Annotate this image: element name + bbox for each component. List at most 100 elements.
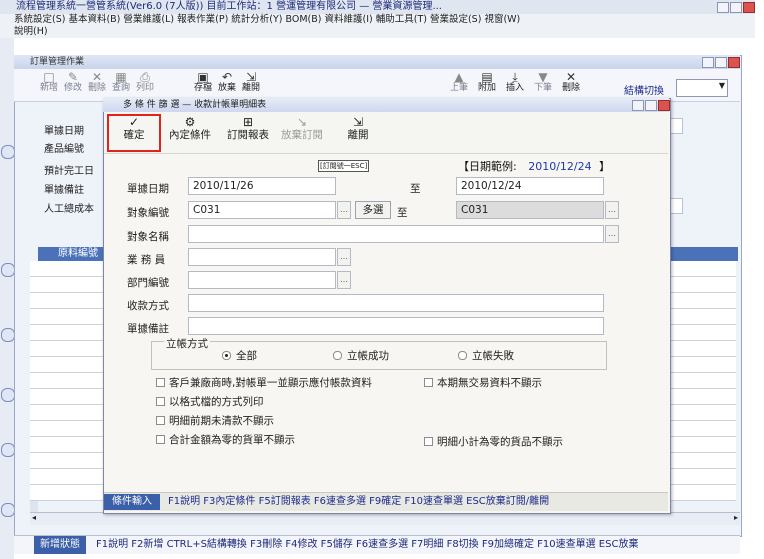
scroll-right-icon[interactable]: ▸ xyxy=(734,513,738,522)
target-name-lookup-button[interactable]: … xyxy=(605,225,619,243)
preset-conditions-button[interactable]: ⚙ 內定條件 xyxy=(164,116,216,142)
dept-no-lookup-button[interactable]: … xyxy=(337,271,351,289)
label-doc-note: 單據備註 xyxy=(127,323,169,335)
target-no-from-input[interactable]: C031 xyxy=(188,201,336,219)
dialog-status-hotkeys: F1說明 F3內定條件 F5訂閱報表 F6速查多選 F9確定 F10速查單選 E… xyxy=(168,496,550,507)
checkbox-hide-zero-total[interactable] xyxy=(156,435,165,444)
confirm-button-content[interactable]: ✓ 確定 xyxy=(112,116,156,142)
toolbar-edit[interactable]: ✎ 修改 xyxy=(62,71,84,94)
minimize-button[interactable] xyxy=(702,57,714,68)
toolbar-new[interactable]: □ 新增 xyxy=(38,71,60,94)
toolbar-label: 放棄 xyxy=(217,83,236,93)
multi-select-button[interactable]: 多選 xyxy=(355,201,391,219)
side-circle-icon[interactable] xyxy=(1,328,15,342)
radio-fail-label: 立帳失敗 xyxy=(472,350,514,362)
date-range-close: 】 xyxy=(599,160,611,173)
side-circle-icon[interactable] xyxy=(1,503,15,517)
radio-success-label: 立帳成功 xyxy=(347,350,389,362)
target-no-to-input[interactable]: C031 xyxy=(456,201,604,219)
filter-dialog-title-bar: 多 條 件 篩 選 — 收款計帳單明細表 xyxy=(103,98,669,112)
target-no-to-lookup-button[interactable]: … xyxy=(605,201,619,219)
date-range-label: 【日期範例: xyxy=(458,160,517,173)
salesman-lookup-button[interactable]: … xyxy=(337,248,351,266)
checkbox-show-payables[interactable] xyxy=(156,378,165,387)
close-button[interactable] xyxy=(658,100,670,111)
background-field[interactable] xyxy=(669,198,683,214)
leave-button[interactable]: ⇲ 離開 xyxy=(338,116,378,142)
checkbox-hide-no-trade[interactable] xyxy=(424,378,433,387)
payment-input[interactable] xyxy=(188,294,604,312)
doc-date-to-input[interactable]: 2010/12/24 xyxy=(456,177,604,195)
field-label-completion-date: 預計完工日 xyxy=(44,166,94,177)
side-circle-icon[interactable] xyxy=(1,263,15,277)
label-payment: 收款方式 xyxy=(127,300,169,312)
chevron-down-icon: ▼ xyxy=(718,81,725,90)
side-circle-icon[interactable] xyxy=(1,443,15,457)
toolbar-label: 列印 xyxy=(135,83,154,93)
order-report-label: 訂閱報表 xyxy=(227,129,269,141)
dialog-status-mode: 條件輸入 xyxy=(104,494,160,510)
toolbar-label: 修改 xyxy=(63,83,82,93)
menu-bar[interactable]: 系統設定(S) 基本資料(B) 營業維護(L) 報表作業(P) 統計分析(Y) … xyxy=(0,14,755,26)
side-circle-icon[interactable] xyxy=(1,388,15,402)
salesman-input[interactable] xyxy=(188,248,336,266)
radio-success[interactable] xyxy=(333,351,342,360)
doc-date-from-input[interactable]: 2010/11/26 xyxy=(188,177,336,195)
target-no-lookup-button[interactable]: … xyxy=(337,201,351,219)
structure-switch-select[interactable]: ▼ xyxy=(676,79,728,97)
toolbar-query[interactable]: ▦ 查詢 xyxy=(110,71,132,94)
maximize-button[interactable] xyxy=(645,100,657,111)
doc-note-input[interactable] xyxy=(188,317,604,335)
toolbar-exit[interactable]: ⇲ 離開 xyxy=(240,71,262,94)
toolbar-save[interactable]: ▣ 存檔 xyxy=(192,71,214,94)
menu-help[interactable]: 說明(H) xyxy=(14,26,48,37)
background-field[interactable] xyxy=(669,118,683,134)
menu-bar-items[interactable]: 系統設定(S) 基本資料(B) 營業維護(L) 報表作業(P) 統計分析(Y) … xyxy=(14,14,520,25)
close-button[interactable] xyxy=(728,57,740,68)
exit-icon: ⇲ xyxy=(352,115,364,129)
cancel-order-button[interactable]: ↘ 放棄訂閱 xyxy=(276,116,328,142)
dept-no-input[interactable] xyxy=(188,271,336,289)
toolbar-delete[interactable]: ✕ 刪除 xyxy=(86,71,108,94)
label-salesman: 業 務 員 xyxy=(127,254,166,266)
checkbox-hide-prior[interactable] xyxy=(156,416,165,425)
checkbox-format-print[interactable] xyxy=(156,397,165,406)
label-doc-date: 單據日期 xyxy=(127,183,169,195)
minimize-button[interactable] xyxy=(632,100,644,111)
toolbar-next[interactable]: ▼ 下筆 xyxy=(532,71,554,94)
toolbar-undo[interactable]: ↶ 放棄 xyxy=(216,70,238,94)
dialog-window-controls xyxy=(632,100,670,111)
toolbar-print[interactable]: ⎙ 列印 xyxy=(134,71,156,94)
maximize-button[interactable] xyxy=(715,57,727,68)
toolbar-insert[interactable]: ⤓ 插入 xyxy=(504,71,526,94)
toolbar-label: 離開 xyxy=(241,83,260,93)
side-circle-icon[interactable] xyxy=(1,145,15,159)
checkbox-hide-zero-subtotal[interactable] xyxy=(424,437,433,446)
maximize-button[interactable] xyxy=(730,2,742,13)
app-title: 流程管理系統一營管系統(Ver6.0 (7人版)) 目前工作站：1 營運管理有限… xyxy=(16,1,442,12)
toolbar-label: 刪除 xyxy=(561,83,580,93)
order-window-title-bar: 訂單管理作業 xyxy=(14,55,740,69)
order-report-button[interactable]: ⊞ 訂閱報表 xyxy=(222,116,274,142)
toolbar-label: 附加 xyxy=(477,83,496,93)
close-button[interactable] xyxy=(743,2,755,13)
minimize-button[interactable] xyxy=(717,2,729,13)
radio-all[interactable] xyxy=(222,351,231,360)
undo-icon: ↶ xyxy=(221,70,233,84)
status-group-label: 立帳方式 xyxy=(164,336,210,351)
checkbox-hide-zero-total-label: 合計金額為零的貨單不顯示 xyxy=(169,434,295,446)
toolbar-remove[interactable]: ✕ 刪除 xyxy=(560,71,582,94)
scroll-left-icon[interactable]: ◂ xyxy=(32,513,36,522)
checkbox-hide-no-trade-label: 本期無交易資料不顯示 xyxy=(437,377,542,389)
label-target-name: 對象名稱 xyxy=(127,231,169,243)
menu-bar-second-row[interactable]: 說明(H) xyxy=(0,26,755,38)
radio-fail[interactable] xyxy=(458,351,467,360)
target-name-input[interactable] xyxy=(188,225,604,243)
toolbar-prev[interactable]: ▲ 上筆 xyxy=(448,71,470,94)
date-range-value: 2010/12/24 xyxy=(528,160,592,173)
label-to: 至 xyxy=(397,207,408,219)
toolbar-label: 刪除 xyxy=(87,83,106,93)
status-hotkeys: F1說明 F2新增 CTRL+S結構轉換 F3刪除 F4修改 F5儲存 F6速查… xyxy=(96,539,639,550)
toolbar-append[interactable]: ▤ 附加 xyxy=(476,71,498,94)
filter-dialog-title: 多 條 件 篩 選 — 收款計帳單明細表 xyxy=(123,100,267,110)
